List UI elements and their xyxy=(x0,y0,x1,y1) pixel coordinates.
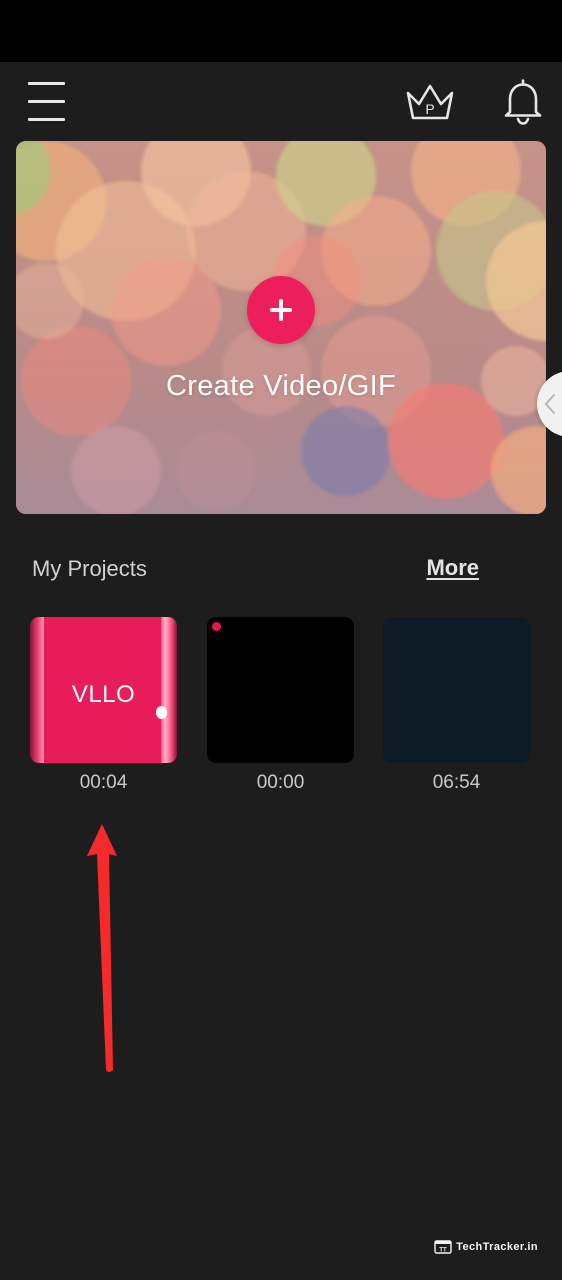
create-video-card[interactable]: Create Video/GIF xyxy=(16,141,546,514)
watermark-text: TechTracker.in xyxy=(456,1241,538,1253)
project-thumbnail[interactable]: VLLO xyxy=(30,617,177,763)
app-bar: P xyxy=(0,62,562,140)
crown-icon[interactable]: P xyxy=(402,80,458,124)
project-item[interactable]: 06:54 xyxy=(383,617,530,794)
project-duration: 00:04 xyxy=(79,772,128,793)
svg-text:TT: TT xyxy=(440,1248,448,1254)
project-duration: 06:54 xyxy=(432,772,481,793)
watermark: TT TechTracker.in xyxy=(434,1238,538,1256)
project-thumbnail[interactable] xyxy=(207,617,354,763)
projects-title: My Projects xyxy=(32,556,147,581)
watermark-logo-icon: TT xyxy=(434,1240,452,1254)
crown-badge-letter: P xyxy=(425,101,434,117)
status-bar xyxy=(0,0,562,62)
project-thumbnail[interactable] xyxy=(383,617,530,763)
project-duration: 00:00 xyxy=(256,772,305,793)
create-video-label: Create Video/GIF xyxy=(166,370,396,402)
project-item[interactable]: VLLO 00:04 xyxy=(30,617,177,794)
more-link[interactable]: More xyxy=(426,555,479,581)
annotation-arrow-icon xyxy=(82,824,122,1081)
bell-icon[interactable] xyxy=(500,78,546,126)
plus-icon[interactable] xyxy=(247,276,315,344)
hamburger-menu-icon[interactable] xyxy=(26,80,68,124)
project-item[interactable]: 00:00 xyxy=(207,617,354,794)
project-thumbnail-text: VLLO xyxy=(71,681,136,708)
projects-header: My Projects More xyxy=(0,548,562,592)
recording-dot-icon xyxy=(212,622,221,631)
